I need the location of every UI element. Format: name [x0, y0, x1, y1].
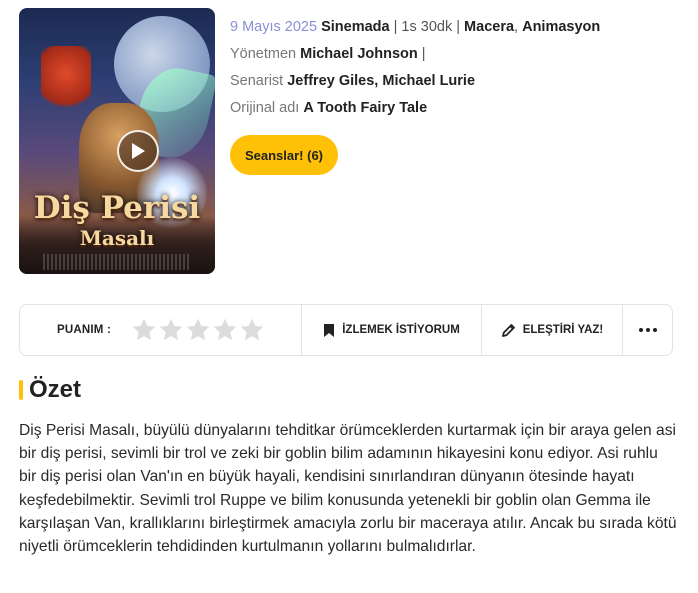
director-label: Yönetmen [230, 46, 297, 62]
poster-title-line2: Masalı [79, 226, 155, 250]
write-review-label: ELEŞTİRİ YAZ! [522, 324, 604, 336]
star-icon[interactable] [131, 317, 157, 343]
poster-credits [43, 254, 191, 270]
genre-link[interactable]: Animasyon [522, 19, 600, 35]
movie-info: 9 Mayıs 2025 Sinemada | 1s 30dk | Macera… [230, 14, 690, 122]
poster-title-line1: Diş Perisi [33, 190, 201, 226]
director-link[interactable]: Michael Johnson [300, 46, 418, 62]
star-icon[interactable] [239, 317, 265, 343]
rating-label: PUANIM : [57, 324, 111, 336]
star-icon[interactable] [185, 317, 211, 343]
star-icon[interactable] [158, 317, 184, 343]
original-title: A Tooth Fairy Tale [303, 100, 428, 116]
action-bar: PUANIM : İZLEMEK İSTİYORUM ELEŞTİRİ YAZ! [19, 304, 673, 356]
summary-text: Diş Perisi Masalı, büyülü dünyalarını te… [19, 422, 677, 556]
poster-character-left [41, 46, 91, 116]
release-line: 9 Mayıs 2025 Sinemada | 1s 30dk | Macera… [230, 19, 601, 35]
summary-heading: Özet [19, 376, 81, 404]
writer-link[interactable]: Jeffrey Giles [287, 73, 374, 89]
original-title-label: Orijinal adı [230, 100, 300, 116]
watchlist-label: İZLEMEK İSTİYORUM [342, 324, 460, 336]
watchlist-button[interactable]: İZLEMEK İSTİYORUM [302, 305, 482, 355]
genre-link[interactable]: Macera [464, 19, 514, 35]
movie-poster[interactable]: Diş Perisi Masalı [19, 8, 215, 274]
heading-accent-bar [19, 380, 23, 400]
more-dots-icon [638, 328, 657, 332]
duration: 1s 30dk [401, 19, 453, 35]
showtimes-button[interactable]: Seanslar! (6) [230, 135, 338, 175]
release-status: Sinemada [321, 19, 390, 35]
writer-link[interactable]: Michael Lurie [382, 73, 475, 89]
bookmark-icon [324, 323, 335, 337]
rating-stars [131, 317, 265, 343]
writer-line: Senarist Jeffrey Giles, Michael Lurie [230, 73, 476, 89]
pencil-icon [501, 323, 515, 337]
trailer-play-button[interactable] [117, 130, 159, 172]
writer-label: Senarist [230, 73, 284, 89]
director-line: Yönetmen Michael Johnson | [230, 46, 426, 62]
star-icon[interactable] [212, 317, 238, 343]
play-icon [132, 143, 145, 159]
more-options-button[interactable] [623, 305, 672, 355]
summary-title: Özet [29, 376, 82, 403]
rating-section: PUANIM : [20, 305, 302, 355]
write-review-button[interactable]: ELEŞTİRİ YAZ! [482, 305, 623, 355]
original-title-line: Orijinal adı A Tooth Fairy Tale [230, 95, 690, 122]
release-date: 9 Mayıs 2025 [230, 19, 318, 35]
